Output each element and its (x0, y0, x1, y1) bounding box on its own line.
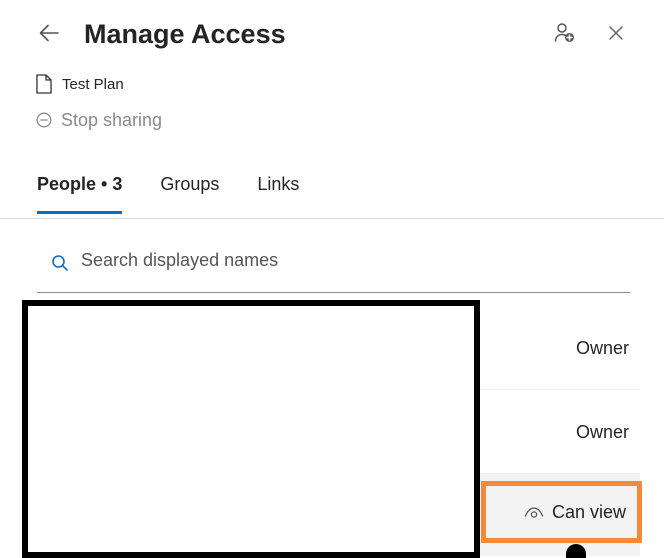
add-person-button[interactable] (550, 18, 580, 48)
file-info: Test Plan (36, 72, 124, 96)
tab-people[interactable]: People • 3 (37, 170, 123, 214)
tab-groups[interactable]: Groups (160, 170, 219, 214)
tabs-divider (0, 218, 664, 219)
minus-circle-icon (36, 112, 52, 128)
close-icon (609, 26, 623, 40)
page-title: Manage Access (84, 19, 286, 49)
document-icon (36, 74, 52, 94)
tab-links[interactable]: Links (257, 170, 299, 214)
search-input[interactable] (81, 248, 601, 273)
stop-sharing-label: Stop sharing (61, 109, 163, 130)
back-button[interactable] (34, 18, 64, 48)
permission-label: Can view (551, 501, 626, 522)
search-box (37, 248, 630, 293)
role-label: Owner (575, 338, 629, 358)
role-label: Owner (575, 422, 629, 442)
file-name: Test Plan (62, 75, 124, 93)
arrow-left-icon (39, 24, 59, 42)
stop-sharing-button[interactable]: Stop sharing (36, 107, 162, 133)
search-icon (52, 255, 68, 271)
person-add-icon (554, 23, 574, 42)
eye-icon (524, 507, 544, 518)
permission-dropdown[interactable]: Can view (481, 481, 642, 543)
redaction-box (22, 300, 480, 558)
tab-bar: People • 3 Groups Links (37, 170, 299, 216)
close-button[interactable] (601, 18, 631, 48)
